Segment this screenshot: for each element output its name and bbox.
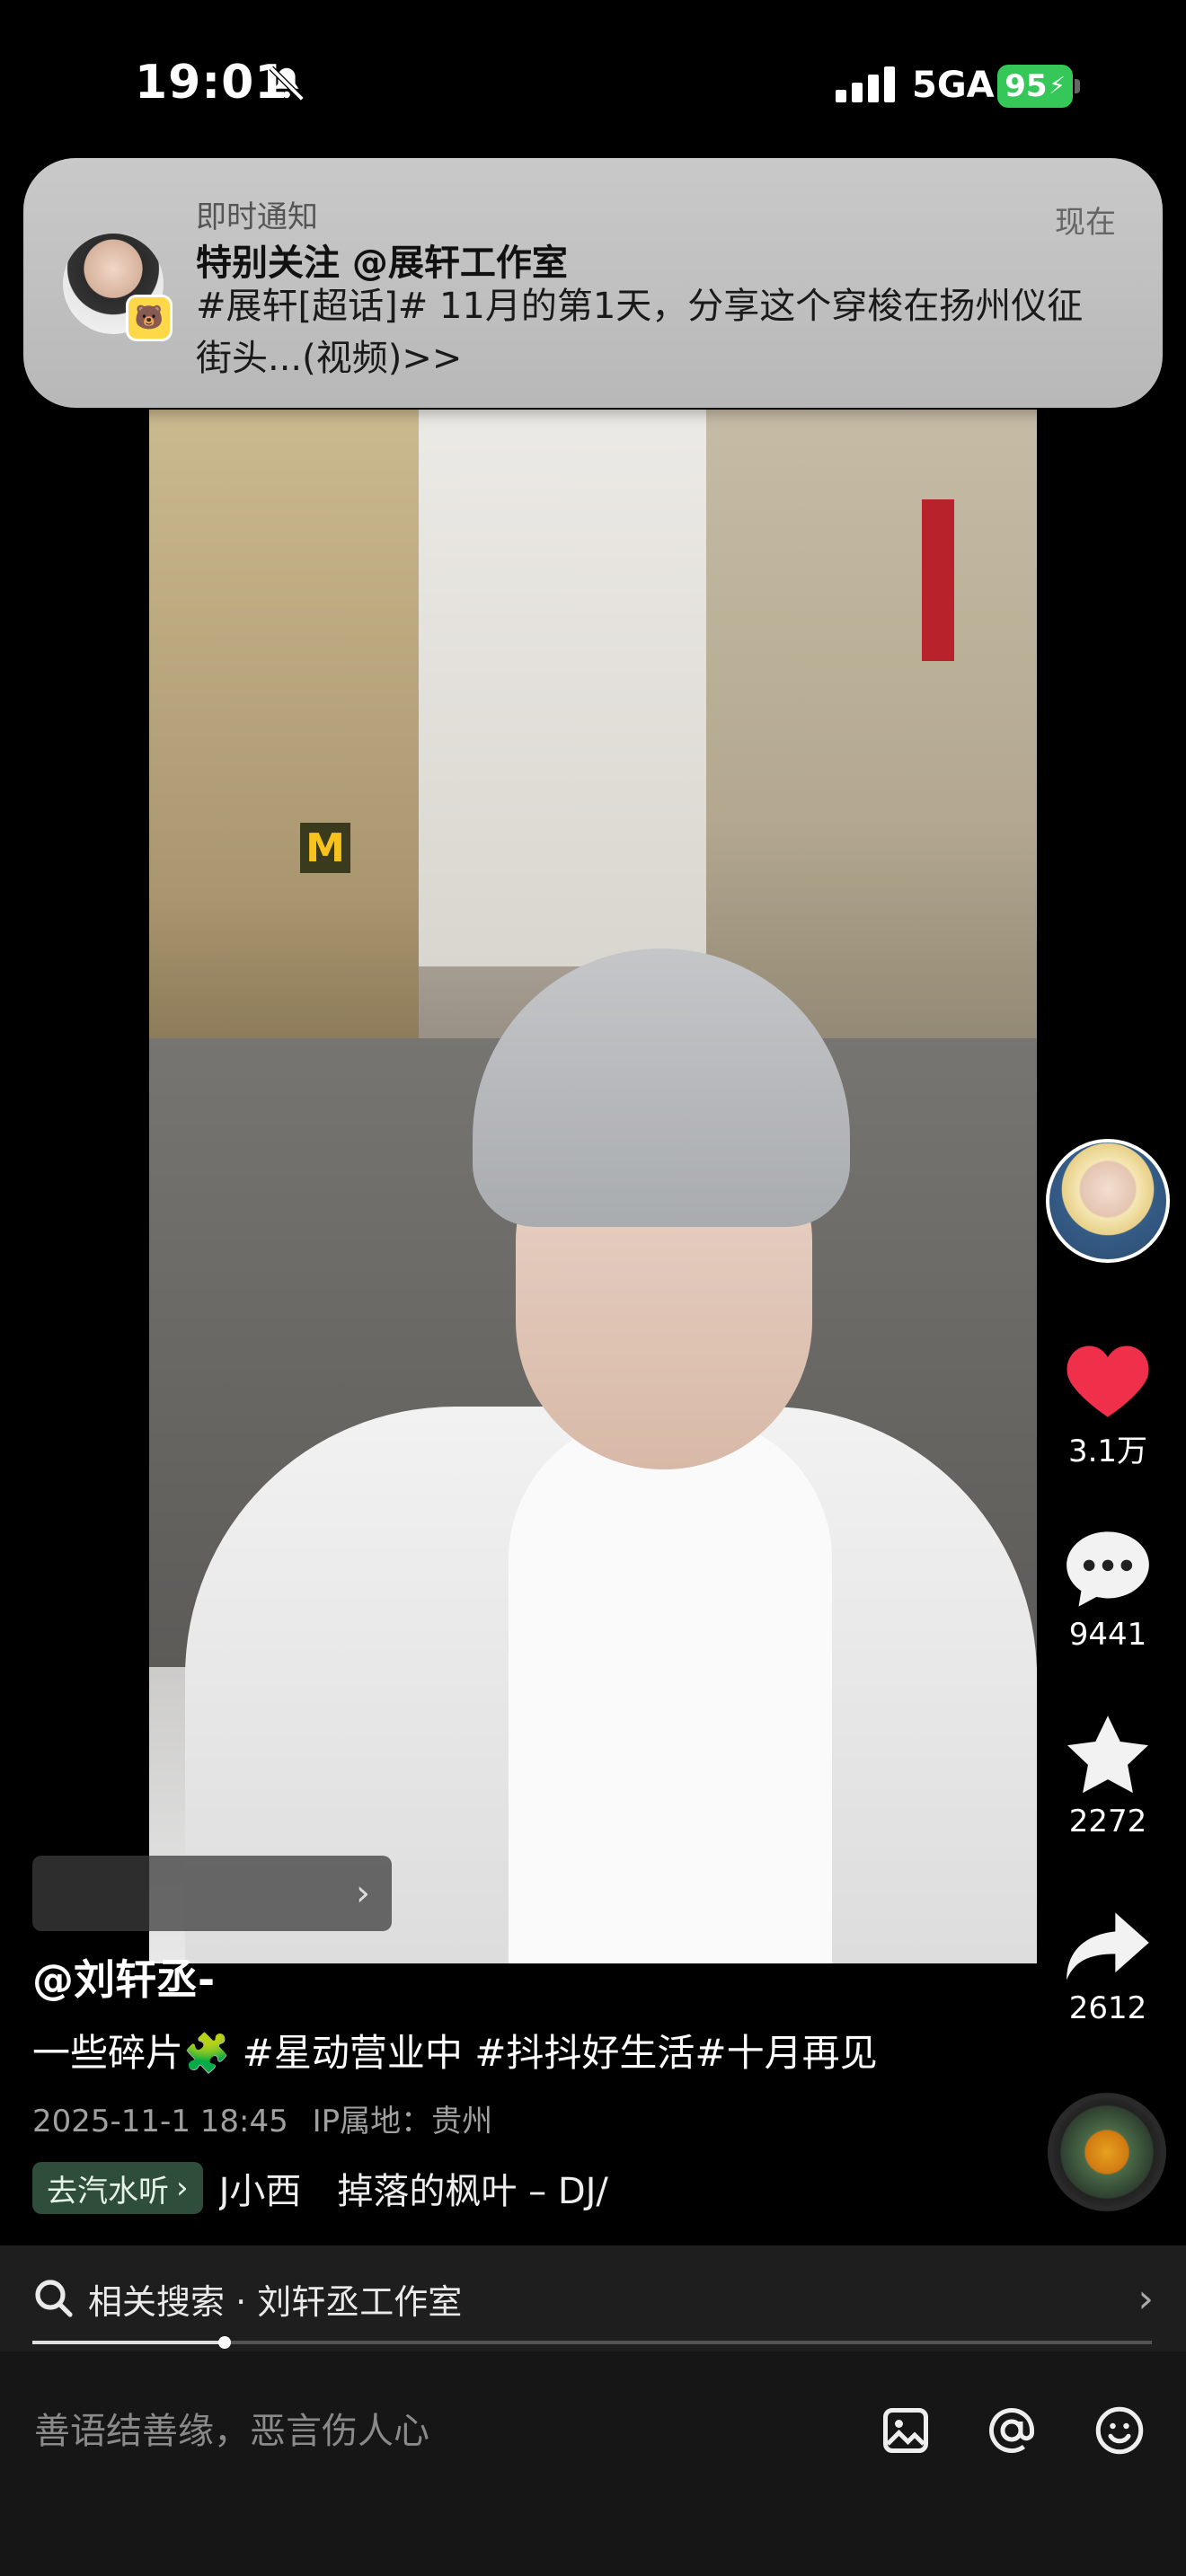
like-count: 3.1万 — [1067, 1434, 1148, 1469]
video-player[interactable]: M — [149, 410, 1037, 1963]
heart-icon — [1067, 1345, 1149, 1417]
favorite-count: 2272 — [1068, 1804, 1147, 1839]
notification-category: 即时通知 — [196, 199, 318, 235]
status-time: 19:01 — [135, 56, 288, 110]
music-badge-label: 去汽水听 — [47, 2173, 169, 2210]
search-icon — [35, 2280, 73, 2317]
battery-level: 95 — [1005, 68, 1048, 104]
related-search-text: 相关搜索 · 刘轩丞工作室 — [88, 2281, 463, 2322]
share-button[interactable]: 2612 — [1051, 1908, 1164, 2026]
battery-nub — [1075, 79, 1080, 93]
post-meta: 2025-11-1 18:45 IP属地：贵州 — [32, 2096, 492, 2140]
favorite-button[interactable]: 2272 — [1051, 1712, 1164, 1839]
collection-bar[interactable]: › — [32, 1856, 392, 1931]
star-icon — [1067, 1716, 1148, 1794]
author-name[interactable]: @刘轩丞- — [32, 1947, 215, 2007]
notification-time: 现在 — [1055, 205, 1116, 241]
comment-count: 9441 — [1068, 1617, 1147, 1653]
post-date: 2025-11-1 18:45 — [32, 2104, 288, 2139]
chevron-right-icon: › — [356, 1873, 370, 1914]
comment-button[interactable]: 9441 — [1051, 1527, 1164, 1653]
video-store-sign: M — [300, 823, 350, 873]
network-type: 5GA — [912, 65, 995, 106]
emoji-icon[interactable] — [1087, 2398, 1152, 2463]
share-count: 2612 — [1068, 1990, 1147, 2026]
related-search-bar[interactable]: 相关搜索 · 刘轩丞工作室 › — [0, 2245, 1186, 2351]
post-caption[interactable]: 一些碎片🧩 #星动营业中 #抖抖好生活#十月再见 — [32, 2023, 1021, 2078]
chevron-right-icon: › — [176, 2170, 189, 2206]
bell-slash-icon — [266, 63, 307, 104]
music-name[interactable]: J小西 掉落的枫叶 – DJ/ — [219, 2162, 704, 2214]
charging-icon: ⚡ — [1049, 73, 1066, 100]
music-row[interactable]: 去汽水听 › J小西 掉落的枫叶 – DJ/ — [32, 2161, 704, 2215]
music-disc-icon[interactable] — [1048, 2093, 1166, 2211]
comment-bar — [0, 2351, 1186, 2576]
notification-title: 特别关注 @展轩工作室 — [196, 243, 568, 284]
chevron-right-icon: › — [1137, 2275, 1154, 2322]
video-progress-fill — [32, 2341, 225, 2344]
notification-body: #展轩[超话]# 11月的第1天，分享这个穿梭在扬州仪征街头...(视频)>> — [196, 286, 1084, 379]
creator-avatar[interactable] — [1046, 1139, 1170, 1263]
like-button[interactable]: 3.1万 — [1051, 1338, 1164, 1470]
battery-indicator: 95 ⚡ — [997, 65, 1073, 108]
post-ip-location: IP属地：贵州 — [312, 2104, 493, 2139]
video-flag — [922, 499, 954, 661]
notification-banner[interactable]: 🐻 即时通知 现在 特别关注 @展轩工作室 #展轩[超话]# 11月的第1天，分… — [23, 158, 1163, 408]
video-progress-handle[interactable] — [217, 2336, 231, 2349]
signal-icon — [836, 65, 898, 106]
listen-in-qishui-button[interactable]: 去汽水听 › — [32, 2162, 203, 2214]
mention-at-icon[interactable] — [979, 2398, 1044, 2463]
image-icon[interactable] — [873, 2398, 938, 2463]
comment-input[interactable] — [32, 2400, 845, 2463]
video-person-shirt — [509, 1416, 832, 1963]
comment-icon — [1067, 1531, 1149, 1607]
app-badge-icon: 🐻 — [126, 295, 173, 341]
share-arrow-icon — [1067, 1912, 1149, 1981]
